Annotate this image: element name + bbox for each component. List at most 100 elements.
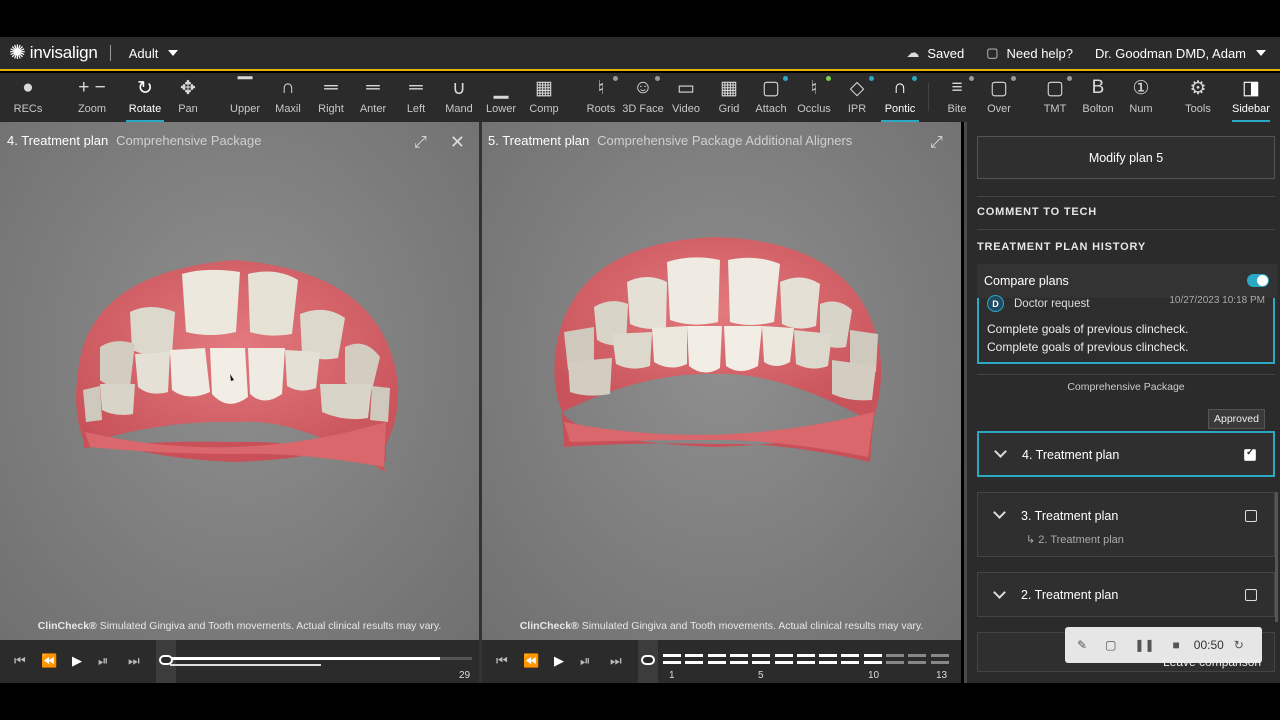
aligner-stage-upper[interactable] [707,654,726,657]
sidebar-scrollbar[interactable] [1275,492,1278,622]
aligner-stage-upper[interactable] [752,654,771,657]
restart-icon[interactable]: ↻ [1234,638,1244,652]
compare-plans-toggle[interactable] [1247,274,1269,287]
aligner-stage-upper[interactable] [774,654,793,657]
modify-plan-button[interactable]: Modify plan 5 [977,136,1275,179]
teeth-model-left[interactable] [0,122,479,640]
tool-left[interactable]: ═ Left [394,73,438,122]
tool-attach[interactable]: ▢ Attach [749,73,793,122]
aligner-stage-upper[interactable] [685,654,704,657]
play-icon[interactable]: ▶ [554,653,564,669]
tool-roots[interactable]: ♮ Roots [579,73,623,122]
tool-tools[interactable]: ⚙ Tools [1176,73,1220,122]
aligner-stage-upper[interactable] [729,654,748,657]
aligner-stage-lower[interactable] [886,661,904,664]
stop-icon[interactable]: ■ [1173,638,1180,652]
aligner-stage-upper[interactable] [819,654,838,657]
aligner-stage-lower[interactable] [863,661,882,664]
face-icon: ☺ [633,77,653,98]
timeline-knob[interactable] [641,655,655,665]
plan-checkbox[interactable] [1244,447,1256,461]
tool-occlus[interactable]: ♮ Occlus [792,73,836,122]
maxil-icon: ∩ [281,77,295,98]
bolton-icon: B [1091,77,1105,98]
tool-ipr[interactable]: ◇ IPR [835,73,879,122]
leave-comparison-button[interactable]: Leave comparison [1163,655,1261,669]
step-back-icon[interactable]: ⏪ [523,653,539,669]
tool-rotate[interactable]: ↻ Rotate [123,73,167,122]
plan-card-2[interactable]: 2. Treatment plan [977,572,1275,617]
note-icon[interactable]: ▢ [1105,638,1116,652]
tool-recs[interactable]: ● RECs [6,73,50,122]
teeth-model-right[interactable] [482,122,961,640]
tool-bolton[interactable]: B Bolton [1076,73,1120,122]
chevron-down-icon[interactable] [994,445,1007,458]
skip-end-icon[interactable]: ⏭ [610,653,622,669]
aligner-stage-lower[interactable] [729,661,748,664]
chevron-down-icon[interactable] [993,586,1006,599]
tool-right[interactable]: ═ Right [309,73,353,122]
aligner-stage-upper[interactable] [796,654,815,657]
tool-comp[interactable]: ▦ Comp [522,73,566,122]
patient-type-dropdown[interactable]: Adult [129,46,179,61]
aligner-stage-upper[interactable] [841,654,860,657]
pause-icon[interactable]: ❚❚ [1134,638,1154,652]
tool-video[interactable]: ▭ Video [664,73,708,122]
viewport-plan-4[interactable]: 4. Treatment plan Comprehensive Package ⤢… [0,122,479,640]
tool-anter[interactable]: ═ Anter [351,73,395,122]
aligner-stage-upper[interactable] [863,654,882,657]
tool-over[interactable]: ▢ Over [977,73,1021,122]
pen-icon[interactable]: ✎ [1077,638,1087,652]
viewport-plan-5[interactable]: 5. Treatment plan Comprehensive Package A… [482,122,961,640]
zoom-icon: + − [78,77,106,98]
tool-num[interactable]: ① Num [1119,73,1163,122]
aligner-stage-lower[interactable] [819,661,838,664]
aligner-stage-lower[interactable] [707,661,726,664]
sidebar-icon: ◨ [1242,77,1260,99]
aligner-stage-lower[interactable] [663,661,681,664]
skip-end-icon[interactable]: ⏭ [128,653,140,669]
aligner-stage-upper[interactable] [930,654,949,657]
skip-start-icon[interactable]: ⏮ [14,653,26,669]
gear-icon: ⚙ [1189,77,1207,99]
skip-start-icon[interactable]: ⏮ [496,653,508,669]
plan-checkbox[interactable] [1245,510,1257,522]
tool-maxil[interactable]: ∩ Maxil [266,73,310,122]
tool-bite[interactable]: ≡ Bite [935,73,979,122]
play-icon[interactable]: ▶ [72,653,82,669]
help-link[interactable]: ▢ Need help? [986,45,1073,61]
plan-card-4[interactable]: 4. Treatment plan [977,431,1275,477]
tool-grid[interactable]: ▦ Grid [707,73,751,122]
aligner-stage-lower[interactable] [752,661,771,664]
tool-3d-face[interactable]: ☺ 3D Face [621,73,665,122]
user-menu[interactable]: Dr. Goodman DMD, Adam [1095,46,1266,61]
history-heading[interactable]: TREATMENT PLAN HISTORY [977,241,1146,253]
plan-card-3[interactable]: 3. Treatment plan ↳ 2. Treatment plan [977,492,1275,557]
request-header: D Doctor request [987,295,1089,312]
aligner-stage-lower[interactable] [796,661,815,664]
aligner-stage-lower[interactable] [774,661,793,664]
tool-mand[interactable]: ∪ Mand [437,73,481,122]
aligner-stage-lower[interactable] [685,661,704,664]
aligner-stage-lower[interactable] [930,661,949,664]
aligner-stage-lower[interactable] [841,661,860,664]
aligner-stage-upper[interactable] [886,654,904,657]
tool-sidebar[interactable]: ◨ Sidebar [1229,73,1273,122]
right-icon: ═ [324,77,338,98]
tool-pan[interactable]: ✥ Pan [166,73,210,122]
step-forward-icon[interactable]: ⏯ [98,653,108,669]
tool-pontic[interactable]: ∩ Pontic [878,73,922,122]
chevron-down-icon[interactable] [993,506,1006,519]
step-forward-icon[interactable]: ⏯ [580,653,590,669]
tool-upper[interactable]: ▔ Upper [223,73,267,122]
tool-lower[interactable]: ▁ Lower [479,73,523,122]
timeline-knob[interactable] [159,655,173,665]
tool-zoom[interactable]: + − Zoom [70,73,114,122]
aligner-stage-lower[interactable] [908,661,927,664]
aligner-stage-upper[interactable] [663,654,681,657]
aligner-stage-upper[interactable] [908,654,927,657]
step-back-icon[interactable]: ⏪ [41,653,57,669]
plan-checkbox[interactable] [1245,589,1257,601]
comment-to-tech-heading[interactable]: COMMENT TO TECH [977,206,1097,218]
tool-tmt[interactable]: ▢ TMT [1033,73,1077,122]
